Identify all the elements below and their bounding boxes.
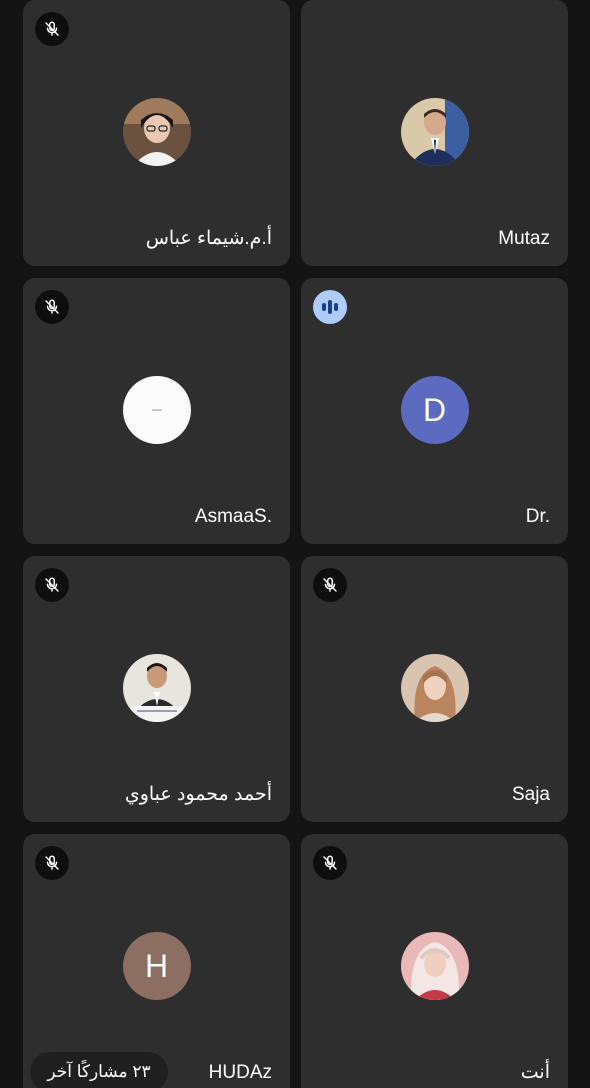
participant-name: أنت — [520, 1062, 550, 1083]
avatar — [122, 654, 191, 722]
participant-tile[interactable]: أحمد محمود عباوي — [23, 556, 290, 822]
participant-tile[interactable]: AsmaaS. — [23, 278, 290, 544]
participant-grid: أ.م.شيماء عباس Mutaz AsmaaS. D Dr. أحمد … — [0, 0, 590, 1088]
avatar — [122, 98, 191, 166]
mic-off-icon — [35, 12, 69, 46]
mic-off-icon — [35, 290, 69, 324]
mic-off-icon — [35, 568, 69, 602]
participant-tile[interactable]: أ.م.شيماء عباس — [23, 0, 290, 266]
avatar — [400, 98, 469, 166]
participant-name: Dr. — [525, 506, 550, 527]
participant-name: أحمد محمود عباوي — [124, 784, 272, 805]
participant-name: Mutaz — [498, 228, 550, 249]
participant-tile[interactable]: Mutaz — [301, 0, 568, 266]
participant-tile[interactable]: H HUDAz — [23, 834, 290, 1088]
participant-name: HUDAz — [208, 1062, 272, 1083]
avatar — [400, 932, 469, 1000]
participant-name: أ.م.شيماء عباس — [145, 228, 272, 249]
mic-off-icon — [313, 568, 347, 602]
participant-name: Saja — [511, 784, 550, 805]
avatar-letter: H — [144, 947, 169, 984]
avatar-letter: D — [422, 391, 447, 428]
mic-off-icon — [35, 846, 69, 880]
avatar — [400, 654, 469, 722]
avatar — [122, 376, 191, 444]
other-participants-button[interactable]: ٢٣ مشاركًا آخر — [30, 1052, 168, 1088]
avatar: H — [122, 932, 191, 1000]
participant-tile[interactable]: Saja — [301, 556, 568, 822]
participant-tile[interactable]: أنت — [301, 834, 568, 1088]
participant-name: AsmaaS. — [194, 506, 272, 527]
mic-off-icon — [313, 846, 347, 880]
avatar: D — [400, 376, 469, 444]
speaking-icon — [313, 290, 347, 324]
participant-tile[interactable]: D Dr. — [301, 278, 568, 544]
